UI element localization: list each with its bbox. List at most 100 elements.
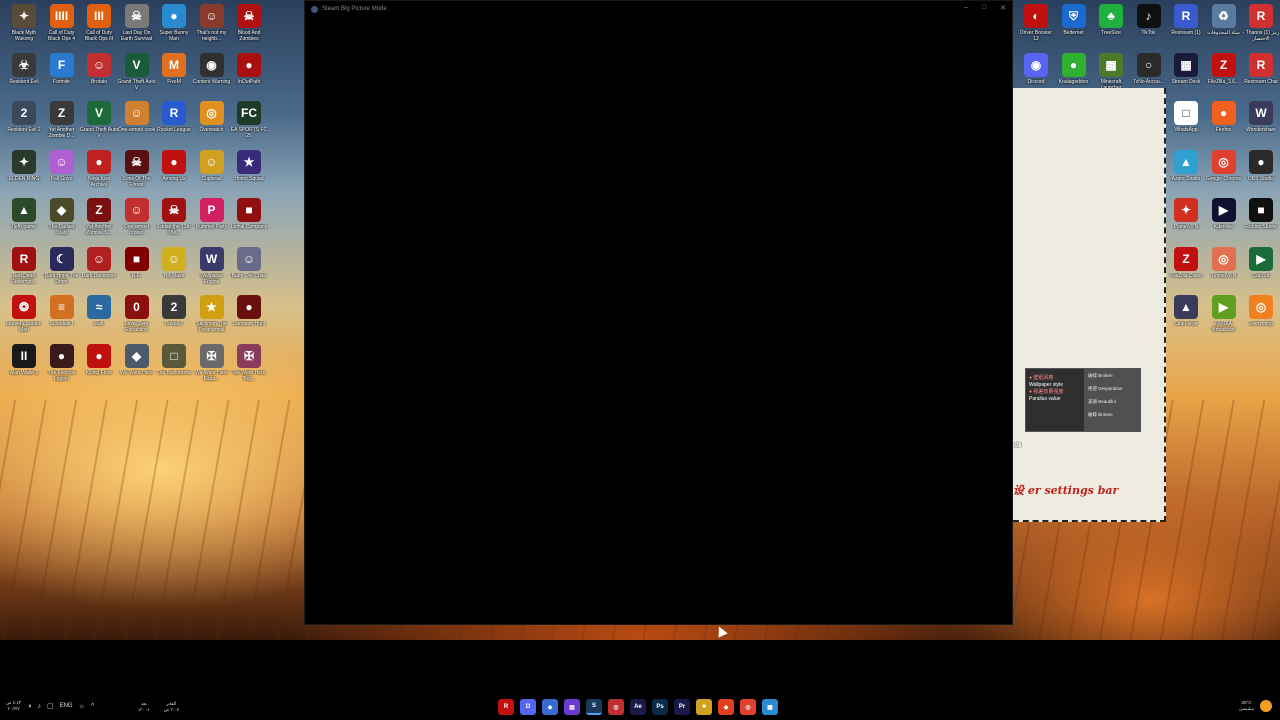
taskbar-app-icon[interactable]: D	[520, 699, 536, 715]
desktop-shortcut[interactable]: ■ R.E.	[118, 246, 156, 279]
desktop-shortcut[interactable]: ▲ (left) game	[5, 198, 43, 230]
desktop-shortcut[interactable]: W Wondershare	[1242, 101, 1280, 133]
volume-icon[interactable]: ♪	[37, 703, 41, 710]
network-icon[interactable]: ▢	[47, 702, 54, 710]
desktop-shortcut[interactable]: ☺ Baby The Chair	[230, 246, 268, 279]
desktop-shortcut[interactable]: ☺ Brotato	[80, 52, 118, 85]
desktop-shortcut[interactable]: ☺ Dark Deception	[80, 246, 118, 279]
desktop-shortcut[interactable]: ● The Exorcist Legion	[43, 343, 81, 382]
desktop-shortcut[interactable]: P Pummel Party	[193, 198, 231, 230]
desktop-shortcut[interactable]: □ WhatsApp	[1167, 101, 1205, 133]
desktop-shortcut[interactable]: V Grand Theft Auto V	[80, 101, 118, 139]
prayer-times-widget[interactable]: بعد ٢٠٠٤ذ الفجر ٢:٠٧ ص	[138, 701, 179, 713]
desktop-shortcut[interactable]: Z FileZilla Client	[1167, 246, 1205, 279]
desktop-shortcut[interactable]: Z Yet Another Zombie D...	[43, 101, 81, 139]
taskbar-app-icon[interactable]: ◎	[608, 699, 624, 715]
taskbar-clock[interactable]: ٤:٤٣ ص ٢٠/٧/٧	[6, 700, 21, 712]
battery-icon[interactable]: ◑	[27, 703, 31, 710]
desktop-shortcut[interactable]: ≡ Schedule I	[43, 295, 81, 327]
desktop-shortcut[interactable]: ☠ Blood And Zombies	[230, 4, 268, 42]
taskbar-app-icon[interactable]: ◎	[740, 699, 756, 715]
desktop-shortcut[interactable]: M FiveM	[155, 52, 193, 85]
desktop-shortcut[interactable]: ▶ NVIDIA Broadcast	[1205, 295, 1243, 333]
desktop-shortcut[interactable]: ● InOutPath	[230, 52, 268, 85]
taskbar-app-icon[interactable]: Ae	[630, 699, 646, 715]
taskbar-app-icon[interactable]: ▦	[762, 699, 778, 715]
desktop-shortcut[interactable]: ◆ The Outlast Trials	[43, 198, 81, 236]
desktop-shortcut[interactable]: FC EA SPORTS FC 25	[230, 101, 268, 139]
desktop-shortcut[interactable]: ○ TcNo Accou...	[1130, 52, 1168, 85]
chevron-up-icon[interactable]: ^	[91, 703, 94, 710]
setting-option[interactable]: 绝望 Desperation	[1084, 382, 1140, 395]
desktop-shortcut[interactable]: ● Super Bunny Man	[155, 4, 193, 42]
desktop-shortcut[interactable]: ◉ Discord	[1017, 52, 1055, 85]
desktop-shortcut[interactable]: ▦Minecraft Launcher	[1092, 52, 1130, 91]
desktop-shortcut[interactable]: ▶ Kdenlive	[1205, 198, 1243, 230]
desktop-shortcut[interactable]: ⛨ Betternet	[1055, 4, 1093, 36]
desktop-shortcut[interactable]: W Wallpaper Engine	[193, 246, 231, 285]
weather-widget[interactable]: 28°C مشمس	[1239, 700, 1272, 712]
desktop-shortcut[interactable]: V Grand Theft Auto V	[118, 52, 156, 91]
setting-option[interactable]: 破碎 Broken	[1084, 408, 1140, 421]
desktop-shortcut[interactable]: ☺ That's not my neighb...	[193, 4, 231, 42]
desktop-shortcut[interactable]: □ The Backrooms	[155, 343, 193, 376]
desktop-shortcut[interactable]: ◎ Everything	[1242, 295, 1280, 327]
desktop-shortcut[interactable]: ✠ We Were Here Expa...	[193, 343, 231, 382]
desktop-shortcut[interactable]: ☺ Hill Maze	[155, 246, 193, 279]
close-button[interactable]: ✕	[1000, 4, 1006, 12]
desktop-shortcut[interactable]: ☾ Dark Hope The Dorm	[43, 246, 81, 285]
taskbar-app-icon[interactable]: ▤	[564, 699, 580, 715]
desktop-shortcut[interactable]: ☣ Resident Evil	[5, 52, 43, 85]
desktop-shortcut[interactable]: ♪ TikTok	[1130, 4, 1168, 36]
desktop-shortcut[interactable]: ◎ Overwatch	[193, 101, 231, 133]
desktop-shortcut[interactable]: F Fortnite	[43, 52, 81, 85]
desktop-shortcut[interactable]: R Restream (1)	[1167, 4, 1205, 36]
desktop-shortcut[interactable]: ✦ Black Myth Wukong	[5, 4, 43, 42]
desktop-shortcut[interactable]: ▦ Stream Deck	[1167, 52, 1205, 85]
desktop-shortcut[interactable]: ✦ PlanetVPN	[1167, 198, 1205, 230]
taskbar-app-icon[interactable]: Ps	[652, 699, 668, 715]
desktop-shortcut[interactable]: ▲ Azure Studio	[1167, 149, 1205, 182]
desktop-shortcut[interactable]: ▶ CapCut	[1242, 246, 1280, 279]
desktop-shortcut[interactable]: ☺ One-armed cook	[118, 101, 156, 133]
desktop-shortcut[interactable]: ◉ Content Warning	[193, 52, 231, 85]
desktop-shortcut[interactable]: ◎ Google Chrome	[1205, 149, 1243, 182]
desktop-shortcut[interactable]: ● Killing Floor	[80, 343, 118, 376]
desktop-shortcut[interactable]: R Restream Chat	[1242, 52, 1280, 85]
language-indicator[interactable]: ENG	[60, 703, 73, 709]
desktop-shortcut[interactable]: IIII Call of Duty Black Ops 4	[43, 4, 81, 42]
taskbar-app-icon[interactable]: ◆	[542, 699, 558, 715]
desktop-shortcut[interactable]: ☺ Cuphead	[193, 149, 231, 182]
desktop-shortcut[interactable]: ● Among Us	[155, 149, 193, 182]
steam-big-picture-window[interactable]: Steam Big Picture Mode – □ ✕	[304, 0, 1013, 625]
desktop-shortcut[interactable]: ● Koalageddon	[1055, 52, 1093, 85]
desktop-shortcut[interactable]: 2 Resident Evil 2	[5, 101, 43, 133]
desktop-shortcut[interactable]: ≈ Raft	[80, 295, 118, 327]
desktop-shortcut[interactable]: Z Yet Another Zombie S...	[80, 198, 118, 236]
maximize-button[interactable]: □	[982, 4, 986, 12]
desktop-shortcut[interactable]: ★ Homo Squad	[230, 149, 268, 182]
desktop-shortcut[interactable]: ● Firefox	[1205, 101, 1243, 133]
desktop-shortcut[interactable]: ● Ninja Kiwi Archive	[80, 149, 118, 188]
desktop-shortcut[interactable]: ☺ One-armed robber	[118, 198, 156, 236]
desktop-shortcut[interactable]: ◐ Driver Booster 12	[1017, 4, 1055, 42]
desktop-shortcut[interactable]: ☠ Sons Of The Forest	[118, 149, 156, 188]
desktop-shortcut[interactable]: ♣ TreeSize	[1092, 4, 1130, 36]
taskbar-app-icon[interactable]: ■	[696, 699, 712, 715]
setting-option[interactable]: 美丽 Beautiful	[1084, 395, 1140, 408]
taskbar-app-icon[interactable]: Pr	[674, 699, 690, 715]
taskbar-app-icon[interactable]: ◆	[718, 699, 734, 715]
desktop-shortcut[interactable]: ◎ TunnelVPN	[1205, 246, 1243, 279]
desktop-shortcut[interactable]: ☠ Last Day On Earth Survival	[118, 4, 156, 42]
desktop-shortcut[interactable]: II Alan Wake 2	[5, 343, 43, 376]
desktop-shortcut[interactable]: ☠ Friday the 13th The...	[155, 198, 193, 236]
setting-option[interactable]: 破碎 Broken	[1084, 369, 1140, 382]
desktop-shortcut[interactable]: ■ Lethal Company	[230, 198, 268, 230]
desktop-shortcut[interactable]: ✠ We Were Here Tog...	[230, 343, 268, 382]
minimize-button[interactable]: –	[964, 4, 968, 12]
desktop-shortcut[interactable]: R - Thanos (1) رمز الاختصار	[1242, 4, 1280, 42]
window-titlebar[interactable]: Steam Big Picture Mode – □ ✕	[305, 1, 1012, 17]
taskbar-app-icon[interactable]: R	[498, 699, 514, 715]
desktop-shortcut[interactable]: ◆ We Were Here	[118, 343, 156, 376]
desktop-shortcut[interactable]: R Rocket League	[155, 101, 193, 133]
